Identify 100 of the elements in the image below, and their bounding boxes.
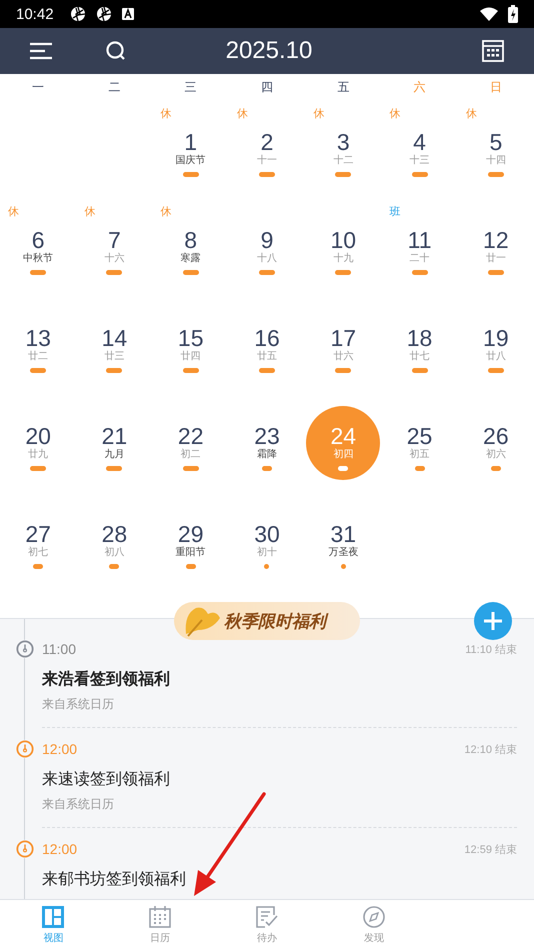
day-cell[interactable]: 17 廿六 [306, 308, 380, 382]
day-number: 8 [184, 228, 198, 252]
day-number: 2 [260, 130, 274, 154]
event-start-time: 12:00 [42, 841, 78, 857]
day-cell[interactable]: 30 初十 [230, 504, 304, 578]
lunar-date: 十六 [104, 252, 124, 266]
day-cell[interactable]: 16 廿五 [230, 308, 304, 382]
event-source: 来自系统日历 [42, 696, 114, 713]
day-number: 4 [413, 130, 426, 154]
wifi-icon [480, 7, 498, 21]
add-button[interactable] [474, 602, 512, 640]
day-cell[interactable]: 18 廿七 [382, 308, 457, 382]
day-cell[interactable]: 21 九月 [77, 406, 152, 480]
holiday-tag: 休 [466, 106, 477, 121]
promo-banner[interactable]: 秋季限时福利 [174, 602, 360, 640]
day-number: 15 [178, 326, 204, 350]
lunar-date: 二十 [410, 252, 430, 266]
checklist-icon [256, 906, 278, 928]
day-cell[interactable]: 10 十九 [306, 210, 380, 284]
day-cell[interactable]: 13 廿二 [1, 308, 76, 382]
holiday-tag: 班 [390, 204, 401, 219]
font-icon [122, 8, 134, 20]
holiday-tag: 休 [160, 106, 172, 121]
day-number: 22 [178, 424, 204, 448]
weekday-label: 日 [490, 78, 502, 96]
day-cell[interactable]: 14 廿三 [77, 308, 152, 382]
event-end-time: 12:10 结束 [464, 742, 517, 756]
lunar-date: 霜降 [256, 448, 277, 462]
day-cell[interactable]: 25 初五 [382, 406, 457, 480]
day-cell[interactable]: 9 十八 [230, 210, 304, 284]
event-source: 来自系统日历 [42, 796, 114, 813]
lunar-date: 初二 [180, 448, 201, 462]
day-number: 9 [260, 228, 274, 252]
weekday-label: 五 [337, 78, 350, 96]
lunar-date: 十八 [256, 252, 277, 266]
day-number: 21 [102, 424, 128, 448]
day-number: 20 [25, 424, 51, 448]
holiday-tag: 休 [313, 106, 324, 121]
event-title[interactable]: 来速读签到领福利 [42, 767, 170, 791]
lunar-date: 廿三 [104, 350, 124, 364]
day-number: 24 [330, 424, 356, 448]
lunar-date: 国庆节 [176, 154, 206, 168]
day-cell[interactable]: 19 廿八 [458, 308, 533, 382]
lunar-date: 九月 [104, 448, 124, 462]
menu-icon[interactable] [30, 42, 52, 60]
lunar-date: 廿八 [486, 350, 506, 364]
aperture-icon [70, 6, 86, 22]
banner-text: 秋季限时福利 [224, 610, 326, 632]
day-cell[interactable]: 22 初二 [154, 406, 228, 480]
day-cell[interactable]: 27 初七 [1, 504, 76, 578]
holiday-tag: 休 [236, 106, 248, 121]
event-end-time: 12:59 结束 [464, 842, 517, 856]
day-number: 29 [178, 522, 204, 546]
aperture-icon [96, 6, 112, 22]
day-cell[interactable]: 15 廿四 [154, 308, 228, 382]
lunar-date: 十三 [410, 154, 430, 168]
lunar-date: 初七 [28, 546, 48, 560]
battery-icon [508, 5, 518, 23]
lunar-date: 初五 [410, 448, 430, 462]
weekday-label: 一 [32, 78, 44, 96]
lunar-date: 中秋节 [23, 252, 54, 266]
lunar-date: 万圣夜 [328, 546, 358, 560]
lunar-date: 廿四 [180, 350, 201, 364]
lunar-date: 廿七 [410, 350, 430, 364]
day-cell[interactable]: 29 重阳节 [154, 504, 228, 578]
event-title[interactable]: 来浩看签到领福利 [42, 667, 170, 691]
day-cell[interactable]: 20 廿九 [1, 406, 76, 480]
day-number: 3 [336, 130, 350, 154]
day-number: 12 [483, 228, 509, 252]
day-number: 31 [330, 522, 356, 546]
search-icon[interactable] [106, 41, 126, 61]
day-number: 19 [483, 326, 509, 350]
lunar-date: 寒露 [180, 252, 201, 266]
lunar-date: 廿一 [486, 252, 506, 266]
lunar-date: 初八 [104, 546, 124, 560]
calendar-icon[interactable] [482, 40, 504, 62]
day-number: 27 [25, 522, 51, 546]
day-number: 26 [483, 424, 509, 448]
day-number: 23 [254, 424, 280, 448]
lunar-date: 廿九 [28, 448, 48, 462]
day-cell[interactable]: 28 初八 [77, 504, 152, 578]
lunar-date: 十二 [333, 154, 354, 168]
event-title[interactable]: 来郁书坊签到领福利 [42, 867, 186, 891]
holiday-tag: 休 [160, 204, 172, 219]
day-number: 5 [489, 130, 502, 154]
day-cell[interactable]: 26 初六 [458, 406, 533, 480]
event-start-time: 11:00 [42, 641, 76, 657]
day-number: 11 [408, 228, 432, 252]
day-cell[interactable]: 23 霜降 [230, 406, 304, 480]
calendar-icon [149, 906, 172, 928]
day-number: 30 [254, 522, 280, 546]
status-time: 10:42 [16, 6, 54, 22]
day-number: 17 [330, 326, 356, 350]
day-number: 6 [32, 228, 45, 252]
day-cell[interactable]: 31 万圣夜 [306, 504, 380, 578]
lunar-date: 廿五 [256, 350, 277, 364]
day-cell[interactable]: 12 廿一 [458, 210, 533, 284]
day-number: 14 [102, 326, 128, 350]
lunar-date: 初四 [333, 448, 354, 462]
weekday-label: 四 [260, 78, 273, 96]
